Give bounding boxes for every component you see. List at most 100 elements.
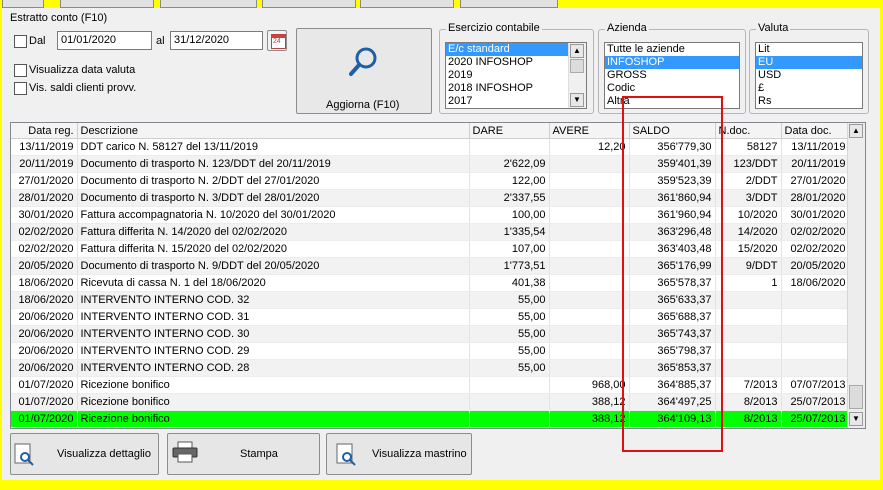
- grid-scroll-thumb[interactable]: [849, 385, 863, 409]
- estratto-conto-grid[interactable]: Data reg. Descrizione DARE AVERE SALDO N.doc.…: [10, 122, 866, 429]
- cell-avere: 388,12: [549, 393, 630, 411]
- top-tab-2[interactable]: [60, 0, 154, 8]
- esercizio-group: Esercizio contabile E/c standard 2020 INF…: [439, 22, 594, 114]
- grid-scroll-down[interactable]: ▼: [849, 412, 863, 426]
- visualizza-dettaglio-button[interactable]: Visualizza dettaglio: [10, 433, 159, 475]
- cell-descrizione: Ricezione bonifico: [77, 410, 470, 428]
- stampa-button[interactable]: Stampa: [167, 433, 320, 475]
- column-header-descrizione[interactable]: Descrizione: [77, 123, 470, 139]
- table-row[interactable]: 18/06/2020 INTERVENTO INTERNO COD. 32 55,0…: [11, 291, 850, 309]
- total-n-doc: [715, 427, 782, 428]
- table-row[interactable]: 20/06/2020 INTERVENTO INTERNO COD. 30 55,0…: [11, 325, 850, 343]
- table-row[interactable]: 28/01/2020 Documento di trasporto N. 3/DD…: [11, 189, 850, 207]
- table-row[interactable]: 20/11/2019 Documento di trasporto N. 123/…: [11, 155, 850, 173]
- cell-saldo: 359'523,39: [629, 172, 716, 190]
- cell-descrizione: Documento di trasporto N. 123/DDT del 20…: [77, 155, 470, 173]
- valuta-option[interactable]: £: [756, 82, 862, 95]
- date-to-field[interactable]: 31/12/2020: [170, 31, 263, 50]
- cell-n-doc: 2/DDT: [715, 172, 782, 190]
- table-row[interactable]: 30/01/2020 Fattura accompagnatoria N. 10/…: [11, 206, 850, 224]
- table-row[interactable]: 01/07/2020 Ricezione bonifico 968,00 364'88…: [11, 376, 850, 394]
- column-header-avere[interactable]: AVERE: [549, 123, 630, 139]
- visualizza-data-valuta-checkbox[interactable]: [14, 64, 27, 77]
- calendar-button[interactable]: 24: [267, 30, 287, 51]
- top-tab-6[interactable]: [460, 0, 558, 8]
- cell-n-doc: 7/2013: [715, 376, 782, 394]
- column-header-saldo[interactable]: SALDO: [629, 123, 716, 139]
- azienda-group: Azienda Tutte le aziende INFOSHOP GROSS Cod…: [598, 22, 746, 114]
- cell-data-doc: 07/07/2013: [781, 376, 850, 394]
- cell-descrizione: Ricevuta di cassa N. 1 del 18/06/2020: [77, 274, 470, 292]
- visualizza-mastrino-button[interactable]: Visualizza mastrino: [326, 433, 472, 475]
- table-row[interactable]: 13/11/2019 DDT carico N. 58127 del 13/11/…: [11, 138, 850, 156]
- table-row[interactable]: 27/01/2020 Documento di trasporto N. 2/DD…: [11, 172, 850, 190]
- esercizio-option[interactable]: 2018 INFOSHOP: [446, 82, 568, 95]
- valuta-option[interactable]: Lit: [756, 43, 862, 56]
- vis-saldi-clienti-checkbox[interactable]: [14, 82, 27, 95]
- top-tab-4[interactable]: [262, 0, 356, 8]
- azienda-option[interactable]: Altra: [605, 95, 739, 108]
- table-row[interactable]: 01/07/2020 Ricezione bonifico 388,12 364'49…: [11, 393, 850, 411]
- total-dare: 377'880,94: [469, 427, 550, 428]
- totals-row: 377'880,9413'771,81364'109,13: [11, 427, 850, 428]
- cell-n-doc: 14/2020: [715, 223, 782, 241]
- vis-saldi-clienti-label: Vis. saldi clienti provv.: [29, 82, 137, 94]
- dal-checkbox[interactable]: [14, 35, 27, 48]
- table-row[interactable]: 01/07/2020 Ricezione bonifico 388,12 364'10…: [11, 410, 850, 428]
- valuta-option[interactable]: Rs: [756, 95, 862, 108]
- cell-descrizione: Fattura differita N. 14/2020 del 02/02/2…: [77, 223, 470, 241]
- esercizio-option[interactable]: E/c standard: [446, 43, 568, 56]
- aggiorna-button[interactable]: Aggiorna (F10): [296, 28, 432, 114]
- table-row[interactable]: 02/02/2020 Fattura differita N. 14/2020 d…: [11, 223, 850, 241]
- column-header-data-doc[interactable]: Data doc.: [781, 123, 850, 139]
- cell-dare: 401,38: [469, 274, 550, 292]
- cell-avere: [549, 155, 630, 173]
- table-row[interactable]: 20/06/2020 INTERVENTO INTERNO COD. 31 55,0…: [11, 308, 850, 326]
- esercizio-listbox[interactable]: E/c standard 2020 INFOSHOP 2019 2018 INFOSH…: [445, 42, 587, 109]
- estratto-conto-table: Data reg. Descrizione DARE AVERE SALDO N.doc.…: [11, 123, 850, 428]
- total-data-doc: [781, 427, 850, 428]
- azienda-option[interactable]: GROSS: [605, 69, 739, 82]
- valuta-option[interactable]: USD: [756, 69, 862, 82]
- table-row[interactable]: 02/02/2020 Fattura differita N. 15/2020 d…: [11, 240, 850, 258]
- cell-data-reg: 28/01/2020: [11, 189, 78, 207]
- cell-data-reg: 02/02/2020: [11, 223, 78, 241]
- esercizio-option[interactable]: 2020 INFOSHOP: [446, 56, 568, 69]
- esercizio-scroll-down[interactable]: ▼: [570, 93, 584, 107]
- valuta-option[interactable]: EU: [756, 56, 862, 69]
- azienda-option[interactable]: INFOSHOP: [605, 56, 739, 69]
- cell-data-reg: 01/07/2020: [11, 376, 78, 394]
- cell-data-doc: 20/05/2020: [781, 257, 850, 275]
- top-tab-1[interactable]: [2, 0, 44, 8]
- esercizio-scrollbar[interactable]: ▲ ▼: [568, 43, 586, 108]
- cell-avere: 968,00: [549, 376, 630, 394]
- table-row[interactable]: 18/06/2020 Ricevuta di cassa N. 1 del 18/…: [11, 274, 850, 292]
- grid-scroll-up[interactable]: ▲: [849, 124, 863, 138]
- column-header-data-reg[interactable]: Data reg.: [11, 123, 78, 139]
- azienda-option[interactable]: Codic: [605, 82, 739, 95]
- column-header-n-doc[interactable]: N.doc.: [715, 123, 782, 139]
- document-search-icon: [14, 443, 34, 466]
- al-label: al: [156, 35, 165, 47]
- column-header-dare[interactable]: DARE: [469, 123, 550, 139]
- top-tab-5[interactable]: [360, 0, 454, 8]
- esercizio-option[interactable]: 2019: [446, 69, 568, 82]
- cell-data-reg: 20/11/2019: [11, 155, 78, 173]
- esercizio-scroll-thumb[interactable]: [570, 59, 584, 73]
- azienda-listbox[interactable]: Tutte le aziende INFOSHOP GROSS Codic Altra: [604, 42, 740, 109]
- cell-avere: 388,12: [549, 410, 630, 428]
- table-row[interactable]: 20/06/2020 INTERVENTO INTERNO COD. 29 55,0…: [11, 342, 850, 360]
- azienda-option[interactable]: Tutte le aziende: [605, 43, 739, 56]
- table-row[interactable]: 20/05/2020 Documento di trasporto N. 9/DD…: [11, 257, 850, 275]
- grid-scrollbar[interactable]: ▲ ▼: [847, 123, 865, 428]
- esercizio-option[interactable]: 2017: [446, 95, 568, 108]
- valuta-listbox[interactable]: Lit EU USD £ Rs: [755, 42, 863, 109]
- date-from-field[interactable]: 01/01/2020: [57, 31, 152, 50]
- cell-descrizione: INTERVENTO INTERNO COD. 28: [77, 359, 470, 377]
- esercizio-scroll-up[interactable]: ▲: [570, 44, 584, 58]
- top-tab-3[interactable]: [160, 0, 257, 8]
- cell-data-doc: 25/07/2013: [781, 393, 850, 411]
- table-row[interactable]: 20/06/2020 INTERVENTO INTERNO COD. 28 55,0…: [11, 359, 850, 377]
- cell-data-doc: [781, 308, 850, 326]
- cell-saldo: 365'798,37: [629, 342, 716, 360]
